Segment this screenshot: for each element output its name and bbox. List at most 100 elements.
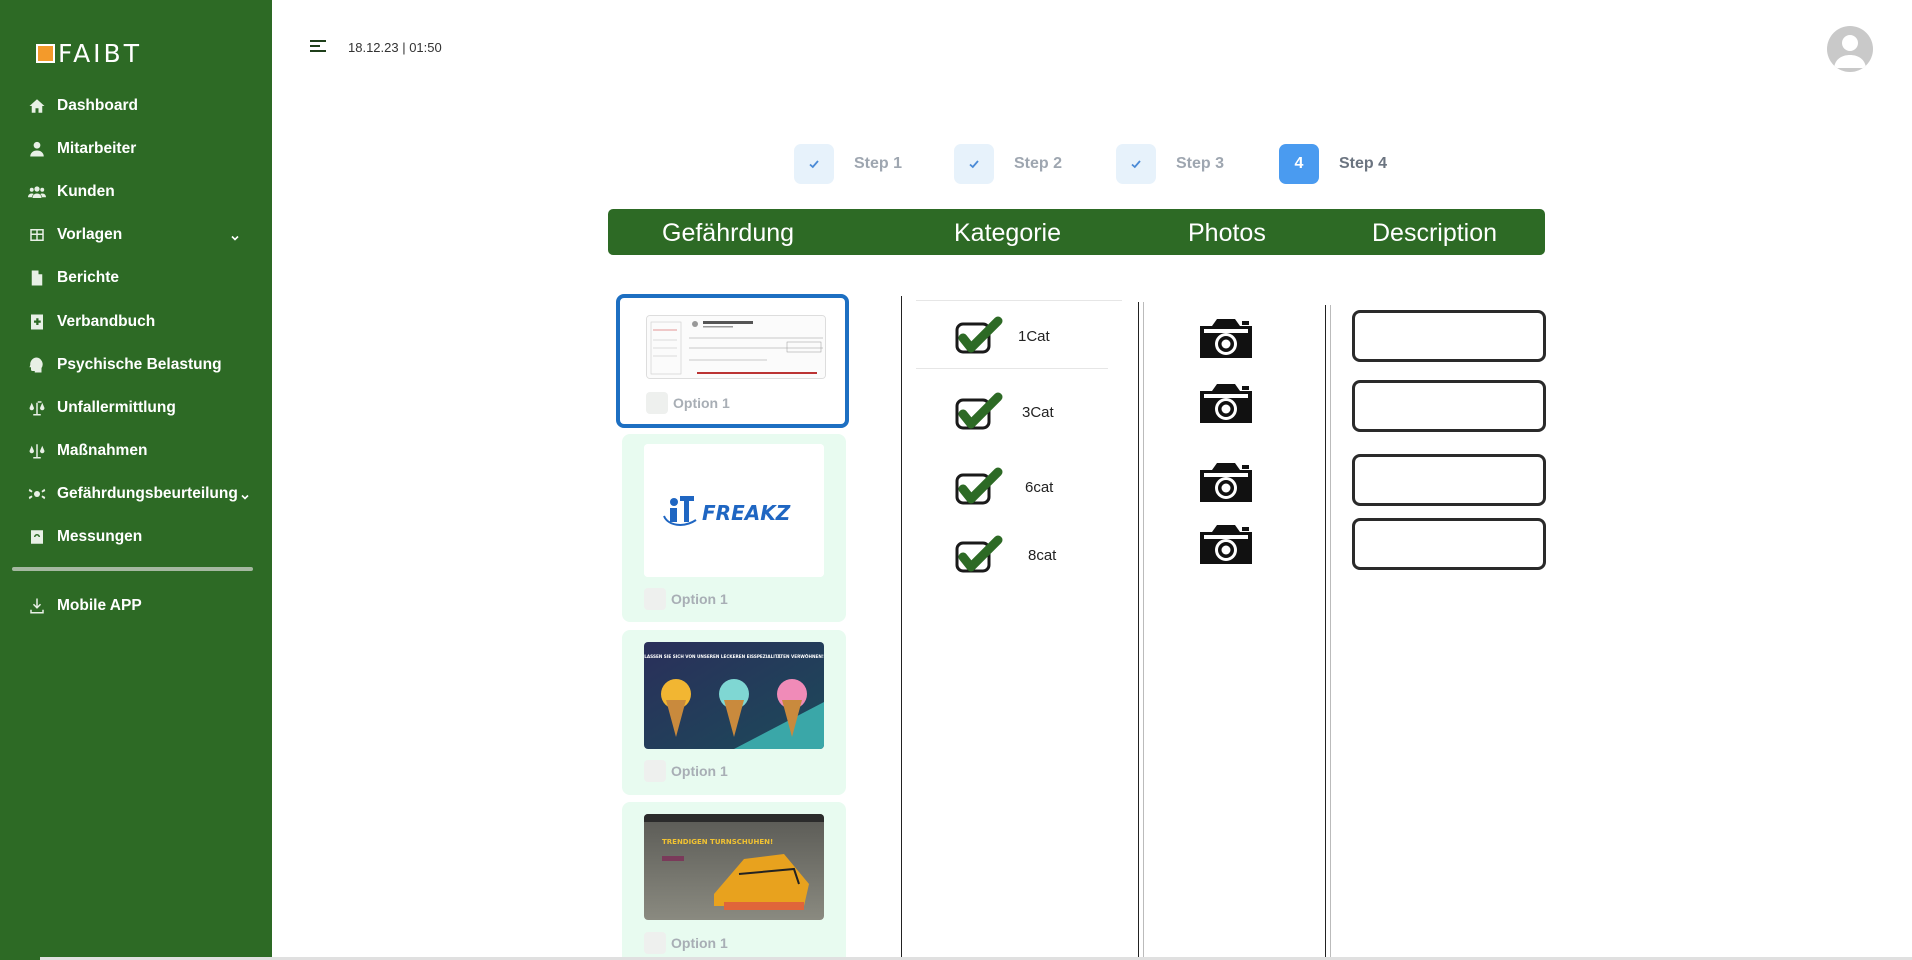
kategorie-item[interactable]: 6cat [954, 467, 1053, 507]
gefaehrdung-card[interactable]: TRENDIGEN TURNSCHUHEN! Option 1 [622, 802, 846, 960]
sidebar-item-label: Vorlagen [57, 226, 123, 244]
kategorie-item[interactable]: 8cat [954, 535, 1056, 575]
sidebar-item-vorlagen[interactable]: Vorlagen [0, 214, 272, 257]
table-icon [28, 226, 46, 244]
header-description: Description [1372, 219, 1498, 247]
step-3[interactable]: Step 3 [1116, 144, 1224, 184]
check-icon[interactable] [954, 535, 1006, 575]
sidebar-item-label: Mitarbeiter [57, 139, 137, 157]
camera-icon[interactable] [1196, 460, 1256, 504]
sidebar-item-messungen[interactable]: Messungen [0, 516, 272, 559]
option-checkbox[interactable] [644, 588, 666, 610]
option-label: Option 1 [671, 763, 728, 779]
step-label: Step 1 [854, 155, 903, 172]
step-active-badge: 4 [1279, 144, 1319, 184]
kategorie-label: 8cat [1028, 546, 1057, 564]
step-2[interactable]: Step 2 [954, 144, 1062, 184]
option-checkbox-row[interactable]: Option 1 [644, 932, 728, 954]
header-gefaehrdung: Gefährdung [662, 219, 795, 247]
option-checkbox-row[interactable]: Option 1 [644, 588, 728, 610]
banner-text: LASSEN SIE SICH VON UNSEREN LECKEREN EIS… [644, 654, 824, 659]
check-icon[interactable] [954, 316, 1006, 356]
check-icon[interactable] [954, 467, 1006, 507]
row-divider [916, 300, 1122, 301]
sidebar-item-psychische-belastung[interactable]: Psychische Belastung [0, 343, 272, 386]
home-icon [28, 97, 46, 115]
step-done-badge [1116, 144, 1156, 184]
menu-toggle-icon[interactable] [310, 40, 328, 56]
check-icon[interactable] [954, 392, 1006, 432]
header-photos: Photos [1188, 219, 1266, 247]
logo-square-icon [36, 43, 55, 63]
step-done-badge [794, 144, 834, 184]
step-1[interactable]: Step 1 [794, 144, 902, 184]
scale-icon [28, 442, 46, 460]
sidebar-item-mobile-app[interactable]: Mobile APP [0, 584, 272, 627]
sidebar-item-berichte[interactable]: Berichte [0, 257, 272, 300]
option-checkbox-row[interactable]: Option 1 [644, 760, 728, 782]
column-divider [1143, 302, 1144, 960]
sidebar-item-label: Maßnahmen [57, 442, 148, 460]
sidebar-item-label: Messungen [57, 528, 143, 546]
chevron-down-icon[interactable] [230, 230, 240, 241]
kategorie-item[interactable]: 3Cat [954, 392, 1054, 432]
option-checkbox[interactable] [646, 392, 668, 414]
column-divider [901, 296, 902, 960]
sidebar-item-label: Mobile APP [57, 596, 142, 614]
step-label: Step 3 [1176, 155, 1225, 172]
gefaehrdung-card[interactable]: LASSEN SIE SICH VON UNSEREN LECKEREN EIS… [622, 630, 846, 795]
row-divider [916, 368, 1108, 369]
cheque-image [646, 315, 826, 379]
sneaker-banner: TRENDIGEN TURNSCHUHEN! [644, 814, 824, 920]
description-input[interactable] [1352, 518, 1546, 570]
sidebar-item-label: Verbandbuch [57, 312, 156, 330]
kategorie-label: 3Cat [1022, 403, 1054, 421]
sidebar-item-label: Berichte [57, 269, 120, 287]
brain-icon [28, 356, 46, 374]
option-checkbox[interactable] [644, 760, 666, 782]
option-label: Option 1 [671, 935, 728, 951]
description-input[interactable] [1352, 310, 1546, 362]
sidebar-nav: Dashboard Mitarbeiter Kunden Vorlagen Be… [0, 84, 272, 559]
sidebar-item-label: Unfallermittlung [57, 398, 176, 416]
sidebar-item-massnahmen[interactable]: Maßnahmen [0, 430, 272, 473]
step-label: Step 2 [1014, 155, 1063, 172]
datetime-display: 18.12.23 | 01:50 [348, 40, 442, 55]
camera-icon[interactable] [1196, 316, 1256, 360]
sidebar-item-kunden[interactable]: Kunden [0, 170, 272, 213]
column-divider [1325, 305, 1326, 960]
sidebar-item-dashboard[interactable]: Dashboard [0, 84, 272, 127]
gefaehrdung-card-selected[interactable]: Option 1 [616, 294, 849, 428]
sidebar-item-gefaehrdungsbeurteilung[interactable]: Gefährdungsbeurteilung [0, 473, 272, 516]
table-header: Gefährdung Kategorie Photos Description [608, 209, 1545, 255]
description-input[interactable] [1352, 454, 1546, 506]
sidebar: FAIBT Dashboard Mitarbeiter Kunden Vorla… [0, 0, 272, 960]
step-4[interactable]: 4 Step 4 [1279, 144, 1387, 184]
kategorie-item[interactable]: 1Cat [954, 316, 1050, 356]
brand-logo[interactable]: FAIBT [36, 38, 142, 68]
sidebar-item-mitarbeiter[interactable]: Mitarbeiter [0, 127, 272, 170]
gefaehrdung-card[interactable]: FREAKZ Option 1 [622, 434, 846, 622]
option-checkbox-row[interactable]: Option 1 [646, 392, 730, 414]
banner-text: TRENDIGEN TURNSCHUHEN! [662, 838, 773, 846]
option-checkbox[interactable] [644, 932, 666, 954]
logo-text: FAIBT [58, 38, 142, 68]
column-divider [1138, 302, 1139, 960]
itfreakz-logo: FREAKZ [644, 444, 824, 577]
chevron-down-icon[interactable] [240, 489, 250, 500]
download-icon [28, 597, 46, 615]
user-avatar-icon [1834, 35, 1866, 68]
camera-icon[interactable] [1196, 381, 1256, 425]
freakz-text: FREAKZ [702, 501, 791, 525]
sidebar-item-verbandbuch[interactable]: Verbandbuch [0, 300, 272, 343]
avatar[interactable] [1827, 26, 1873, 72]
sidebar-item-unfallermittlung[interactable]: Unfallermittlung [0, 386, 272, 429]
step-label: Step 4 [1339, 155, 1388, 172]
measure-icon [28, 528, 46, 546]
option-label: Option 1 [673, 395, 730, 411]
user-icon [28, 140, 46, 158]
sidebar-item-label: Gefährdungsbeurteilung [57, 485, 238, 503]
description-input[interactable] [1352, 380, 1546, 432]
camera-icon[interactable] [1196, 522, 1256, 566]
step-done-badge [954, 144, 994, 184]
